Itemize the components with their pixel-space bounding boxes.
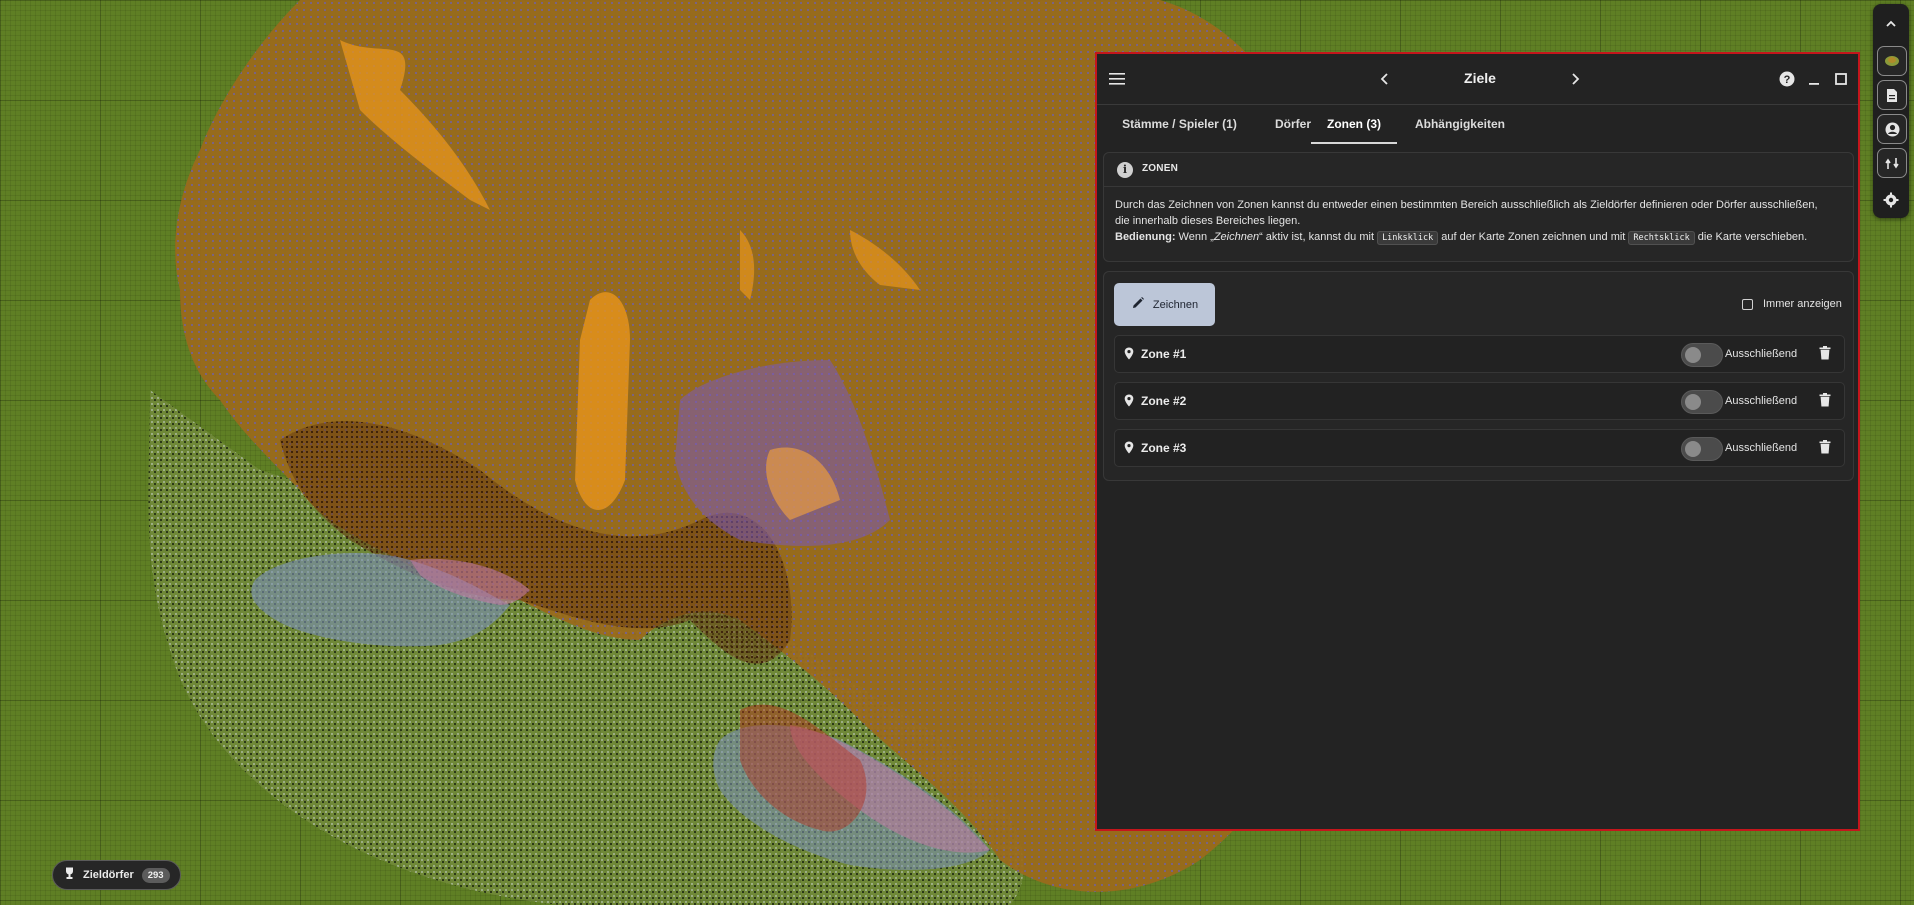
route-icon	[1884, 156, 1900, 171]
panel-header: Ziele ?	[1097, 54, 1858, 105]
draw-zone-label: Zeichnen	[1152, 298, 1199, 311]
zone-row-2[interactable]: Zone #2 Ausschließend	[1114, 382, 1845, 420]
info-description: Durch das Zeichnen von Zonen kannst du e…	[1115, 199, 1818, 227]
exclusive-label: Ausschließend	[1725, 348, 1798, 360]
toggle-knob	[1685, 441, 1701, 457]
zones-info-card: i ZONEN Durch das Zeichnen von Zonen kan…	[1103, 152, 1854, 262]
location-pin-icon	[1124, 441, 1136, 455]
target-villages-label: Zieldörfer	[83, 869, 134, 881]
trophy-icon	[64, 867, 75, 883]
toggle-knob	[1685, 347, 1701, 363]
target-villages-badge[interactable]: Zieldörfer 293	[52, 860, 181, 890]
info-body: Durch das Zeichnen von Zonen kannst du e…	[1115, 197, 1835, 246]
zone-row-1[interactable]: Zone #1 Ausschließend	[1114, 335, 1845, 373]
info-header: i ZONEN	[1104, 153, 1853, 187]
exclusive-label: Ausschließend	[1725, 395, 1798, 407]
draw-zone-button[interactable]: Zeichnen	[1114, 283, 1215, 326]
menu-icon[interactable]	[1107, 69, 1127, 89]
location-pin-icon	[1124, 347, 1136, 361]
right-click-key: Rechtsklick	[1628, 231, 1695, 245]
help-icon[interactable]: ?	[1777, 69, 1797, 89]
targets-panel: Ziele ? Stämme / Spieler (1) Dörfer Zone…	[1095, 52, 1860, 831]
pencil-icon	[1131, 296, 1145, 313]
panel-tabs: Stämme / Spieler (1) Dörfer Zonen (3) Ab…	[1097, 104, 1858, 144]
document-button[interactable]	[1877, 80, 1907, 110]
info-icon: i	[1117, 162, 1133, 178]
trash-icon[interactable]	[1819, 393, 1835, 411]
exclusive-label: Ausschließend	[1725, 442, 1798, 454]
zone-name: Zone #1	[1141, 347, 1187, 361]
map-toolbar	[1873, 4, 1909, 218]
exclusive-toggle[interactable]	[1681, 437, 1723, 461]
tab-zones[interactable]: Zonen (3)	[1311, 104, 1397, 144]
chevron-left-icon[interactable]	[1375, 69, 1395, 89]
trash-icon[interactable]	[1819, 346, 1835, 364]
maximize-icon[interactable]	[1831, 69, 1851, 89]
zone-name: Zone #2	[1141, 394, 1187, 408]
target-villages-count: 293	[141, 867, 170, 883]
always-show-checkbox[interactable]	[1742, 298, 1753, 310]
chevron-up-icon	[1884, 17, 1898, 31]
info-title: ZONEN	[1142, 163, 1178, 174]
settings-icon	[1883, 192, 1899, 208]
zone-name: Zone #3	[1141, 441, 1187, 455]
always-show-option[interactable]: Immer anzeigen	[1742, 296, 1842, 312]
toggle-knob	[1685, 394, 1701, 410]
svg-text:?: ?	[1784, 74, 1791, 86]
zones-card: Zeichnen Immer anzeigen Zone #1 Ausschli…	[1103, 271, 1854, 481]
left-click-key: Linksklick	[1377, 231, 1439, 245]
trash-icon[interactable]	[1819, 440, 1835, 458]
location-pin-icon	[1124, 394, 1136, 408]
settings-button[interactable]	[1877, 186, 1905, 214]
document-icon	[1886, 88, 1898, 103]
usage-text-a: Wenn „	[1175, 231, 1214, 243]
route-button[interactable]	[1877, 148, 1907, 178]
usage-text-c: auf der Karte Zonen zeichnen und mit	[1438, 231, 1629, 243]
info-usage: Bedienung: Wenn „Zeichnen“ aktiv ist, ka…	[1115, 229, 1835, 246]
minimize-icon[interactable]	[1804, 69, 1824, 89]
usage-text-d: die Karte verschieben.	[1694, 231, 1808, 243]
usage-label: Bedienung:	[1115, 231, 1176, 243]
map-view-button[interactable]	[1877, 46, 1907, 76]
chevron-right-icon[interactable]	[1565, 69, 1585, 89]
zone-row-3[interactable]: Zone #3 Ausschließend	[1114, 429, 1845, 467]
usage-text-b: “ aktiv ist, kannst du mit	[1259, 231, 1378, 243]
always-show-label: Immer anzeigen	[1763, 298, 1842, 310]
usage-italic: Zeichnen	[1213, 231, 1260, 243]
account-icon	[1885, 122, 1900, 137]
exclusive-toggle[interactable]	[1681, 390, 1723, 414]
tab-dependencies[interactable]: Abhängigkeiten	[1407, 104, 1513, 144]
tab-tribes-players[interactable]: Stämme / Spieler (1)	[1107, 104, 1252, 144]
panel-title: Ziele	[1464, 70, 1496, 86]
map-icon	[1884, 54, 1900, 68]
collapse-toolbar-button[interactable]	[1877, 10, 1905, 38]
account-button[interactable]	[1877, 114, 1907, 144]
exclusive-toggle[interactable]	[1681, 343, 1723, 367]
